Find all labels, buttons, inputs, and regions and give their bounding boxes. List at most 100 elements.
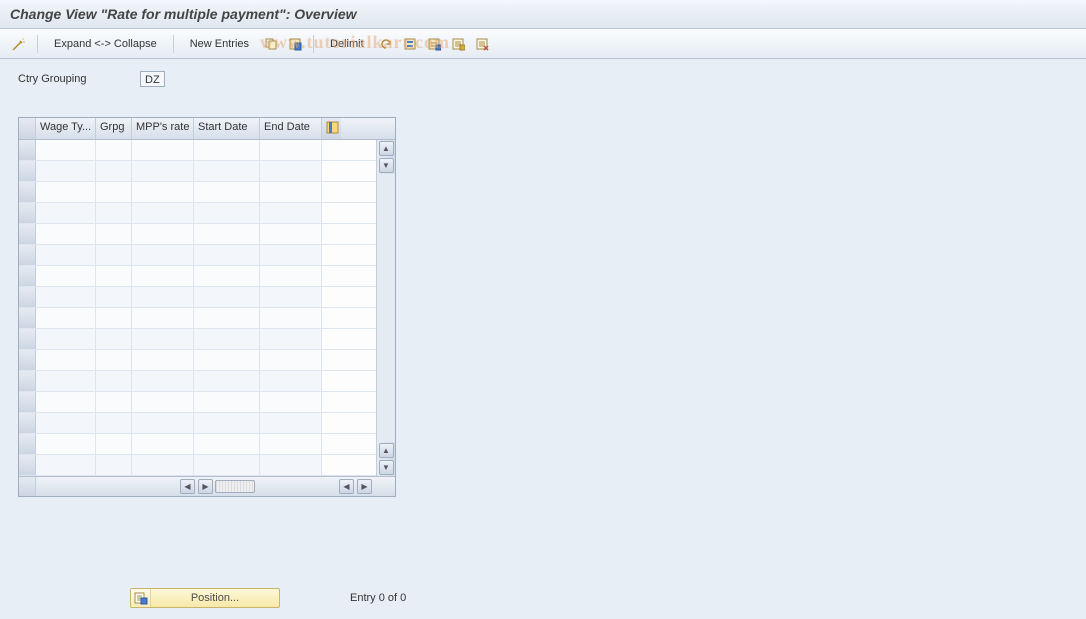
row-selector[interactable] [19,182,36,202]
cell-grpg[interactable] [96,392,132,412]
cell-mpp-rate[interactable] [132,308,194,328]
col-grpg[interactable]: Grpg [96,118,132,139]
copy-icon[interactable] [262,35,280,53]
cell-grpg[interactable] [96,329,132,349]
cell-grpg[interactable] [96,413,132,433]
horizontal-scrollbar[interactable]: ◀ ▶ ◀ ▶ [36,478,395,495]
table-row[interactable] [19,182,376,203]
cell-grpg[interactable] [96,140,132,160]
cell-start-date[interactable] [194,287,260,307]
row-selector[interactable] [19,455,36,475]
cell-end-date[interactable] [260,413,322,433]
cell-start-date[interactable] [194,329,260,349]
cell-end-date[interactable] [260,329,322,349]
cell-end-date[interactable] [260,434,322,454]
cell-start-date[interactable] [194,434,260,454]
row-selector[interactable] [19,329,36,349]
table-row[interactable] [19,308,376,329]
scroll-down-icon[interactable]: ▼ [379,158,394,173]
cell-start-date[interactable] [194,224,260,244]
position-button[interactable]: Position... [130,588,280,608]
cell-start-date[interactable] [194,308,260,328]
row-selector[interactable] [19,392,36,412]
cell-wage-type[interactable] [36,350,96,370]
cell-mpp-rate[interactable] [132,329,194,349]
cell-end-date[interactable] [260,224,322,244]
row-selector[interactable] [19,434,36,454]
cell-start-date[interactable] [194,392,260,412]
cell-end-date[interactable] [260,140,322,160]
row-selector[interactable] [19,266,36,286]
row-selector[interactable] [19,245,36,265]
column-config-icon[interactable] [322,118,341,139]
cell-start-date[interactable] [194,161,260,181]
cell-mpp-rate[interactable] [132,413,194,433]
cell-wage-type[interactable] [36,455,96,475]
cell-wage-type[interactable] [36,392,96,412]
table-row[interactable] [19,329,376,350]
cell-grpg[interactable] [96,224,132,244]
row-selector[interactable] [19,140,36,160]
cell-wage-type[interactable] [36,203,96,223]
scroll-left-icon[interactable]: ◀ [339,479,354,494]
cell-mpp-rate[interactable] [132,371,194,391]
cell-mpp-rate[interactable] [132,455,194,475]
cell-wage-type[interactable] [36,182,96,202]
cell-mpp-rate[interactable] [132,140,194,160]
cell-mpp-rate[interactable] [132,182,194,202]
cell-grpg[interactable] [96,182,132,202]
row-selector[interactable] [19,224,36,244]
cell-grpg[interactable] [96,266,132,286]
cell-start-date[interactable] [194,266,260,286]
table-config-icon[interactable] [473,35,491,53]
scroll-right-icon[interactable]: ▶ [198,479,213,494]
cell-grpg[interactable] [96,350,132,370]
delete-change-icon[interactable] [286,35,304,53]
cell-start-date[interactable] [194,413,260,433]
cell-mpp-rate[interactable] [132,434,194,454]
cell-grpg[interactable] [96,161,132,181]
cell-wage-type[interactable] [36,371,96,391]
cell-grpg[interactable] [96,455,132,475]
cell-end-date[interactable] [260,350,322,370]
cell-start-date[interactable] [194,350,260,370]
delimit-button[interactable]: Delimit [323,35,371,53]
cell-end-date[interactable] [260,455,322,475]
table-row[interactable] [19,287,376,308]
cell-mpp-rate[interactable] [132,245,194,265]
expand-collapse-button[interactable]: Expand <-> Collapse [47,35,164,53]
scroll-left-icon[interactable]: ◀ [180,479,195,494]
cell-end-date[interactable] [260,182,322,202]
cell-end-date[interactable] [260,308,322,328]
row-selector[interactable] [19,203,36,223]
table-row[interactable] [19,413,376,434]
col-mpp-rate[interactable]: MPP's rate [132,118,194,139]
col-end-date[interactable]: End Date [260,118,322,139]
table-row[interactable] [19,224,376,245]
col-start-date[interactable]: Start Date [194,118,260,139]
table-row[interactable] [19,161,376,182]
scroll-right-icon[interactable]: ▶ [357,479,372,494]
cell-mpp-rate[interactable] [132,203,194,223]
cell-wage-type[interactable] [36,161,96,181]
cell-start-date[interactable] [194,245,260,265]
row-selector[interactable] [19,350,36,370]
table-row[interactable] [19,371,376,392]
row-selector[interactable] [19,287,36,307]
scroll-thumb[interactable] [215,480,255,493]
cell-end-date[interactable] [260,392,322,412]
cell-end-date[interactable] [260,203,322,223]
cell-start-date[interactable] [194,455,260,475]
cell-end-date[interactable] [260,161,322,181]
cell-wage-type[interactable] [36,140,96,160]
select-all-icon[interactable] [401,35,419,53]
cell-wage-type[interactable] [36,287,96,307]
cell-start-date[interactable] [194,371,260,391]
cell-wage-type[interactable] [36,434,96,454]
table-row[interactable] [19,392,376,413]
deselect-all-icon[interactable] [449,35,467,53]
wand-icon[interactable] [10,35,28,53]
cell-mpp-rate[interactable] [132,224,194,244]
cell-mpp-rate[interactable] [132,350,194,370]
table-row[interactable] [19,203,376,224]
